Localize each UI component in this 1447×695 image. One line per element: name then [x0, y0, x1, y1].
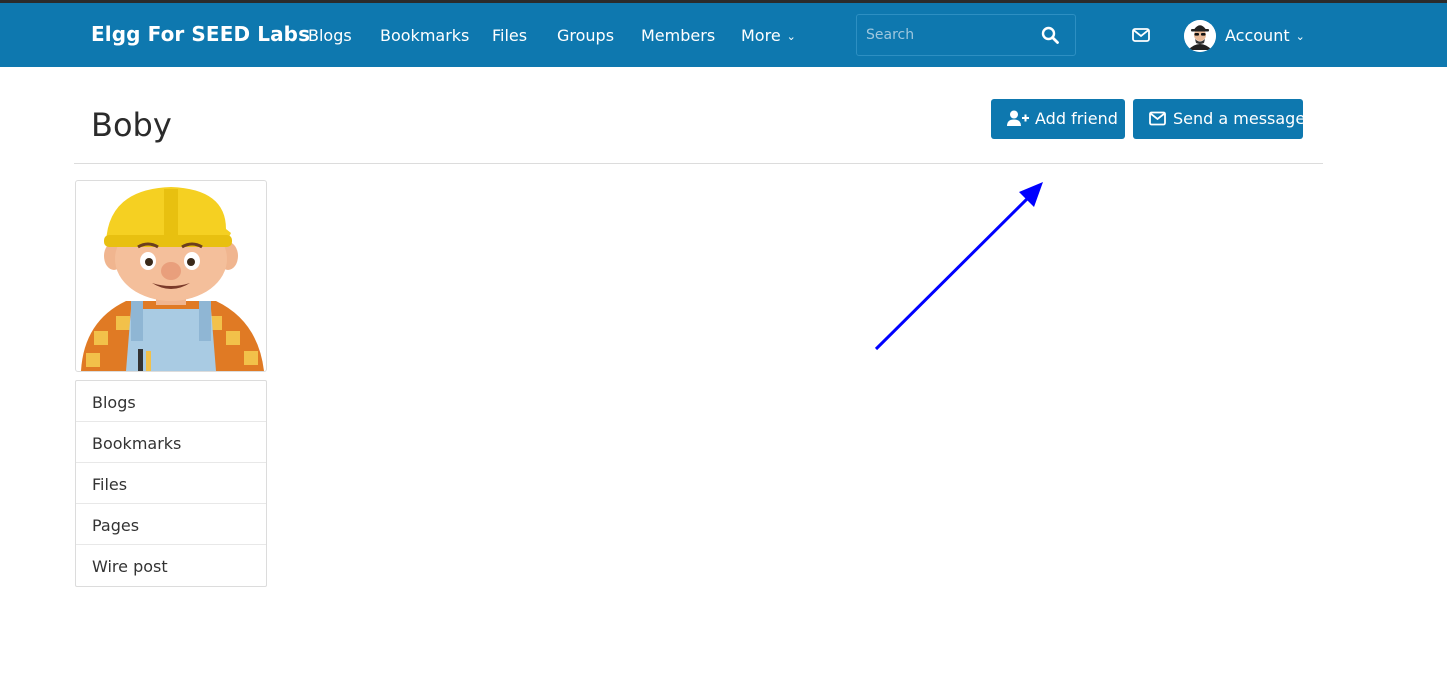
- title-divider: [74, 163, 1323, 164]
- envelope-icon[interactable]: [1132, 27, 1150, 43]
- account-label: Account ⌄: [1225, 26, 1305, 45]
- add-friend-button[interactable]: Add friend: [991, 99, 1125, 139]
- chevron-down-icon: ⌄: [1295, 30, 1305, 43]
- nav-groups[interactable]: Groups: [557, 26, 614, 45]
- nav-blogs[interactable]: Blogs: [308, 26, 352, 45]
- search-icon[interactable]: [1041, 26, 1059, 44]
- owner-menu-files[interactable]: Files: [76, 463, 266, 504]
- top-navbar: Elgg For SEED Labs Blogs Bookmarks Files…: [0, 3, 1447, 67]
- owner-menu-wire-post[interactable]: Wire post: [76, 545, 266, 586]
- add-friend-label: Add friend: [1035, 109, 1118, 128]
- nav-bookmarks[interactable]: Bookmarks: [380, 26, 469, 45]
- chevron-down-icon: ⌄: [786, 30, 796, 43]
- nav-files[interactable]: Files: [492, 26, 527, 45]
- account-label-text: Account: [1225, 26, 1290, 45]
- profile-avatar[interactable]: [75, 180, 267, 372]
- spy-avatar-icon: [1184, 20, 1216, 52]
- owner-block-menu: Blogs Bookmarks Files Pages Wire post: [75, 380, 267, 587]
- nav-more[interactable]: More ⌄: [741, 26, 796, 45]
- nav-members[interactable]: Members: [641, 26, 715, 45]
- site-brand[interactable]: Elgg For SEED Labs: [91, 22, 310, 46]
- owner-menu-pages[interactable]: Pages: [76, 504, 266, 545]
- page-title: Boby: [91, 106, 172, 144]
- search-box: [856, 14, 1076, 56]
- send-message-button[interactable]: Send a message: [1133, 99, 1306, 139]
- owner-menu-blogs[interactable]: Blogs: [76, 381, 266, 422]
- envelope-icon: [1149, 111, 1166, 126]
- user-plus-icon: [1007, 110, 1029, 126]
- nav-more-label: More: [741, 26, 781, 45]
- owner-menu-bookmarks[interactable]: Bookmarks: [76, 422, 266, 463]
- search-input[interactable]: [857, 15, 1037, 55]
- send-message-label: Send a message: [1173, 109, 1306, 128]
